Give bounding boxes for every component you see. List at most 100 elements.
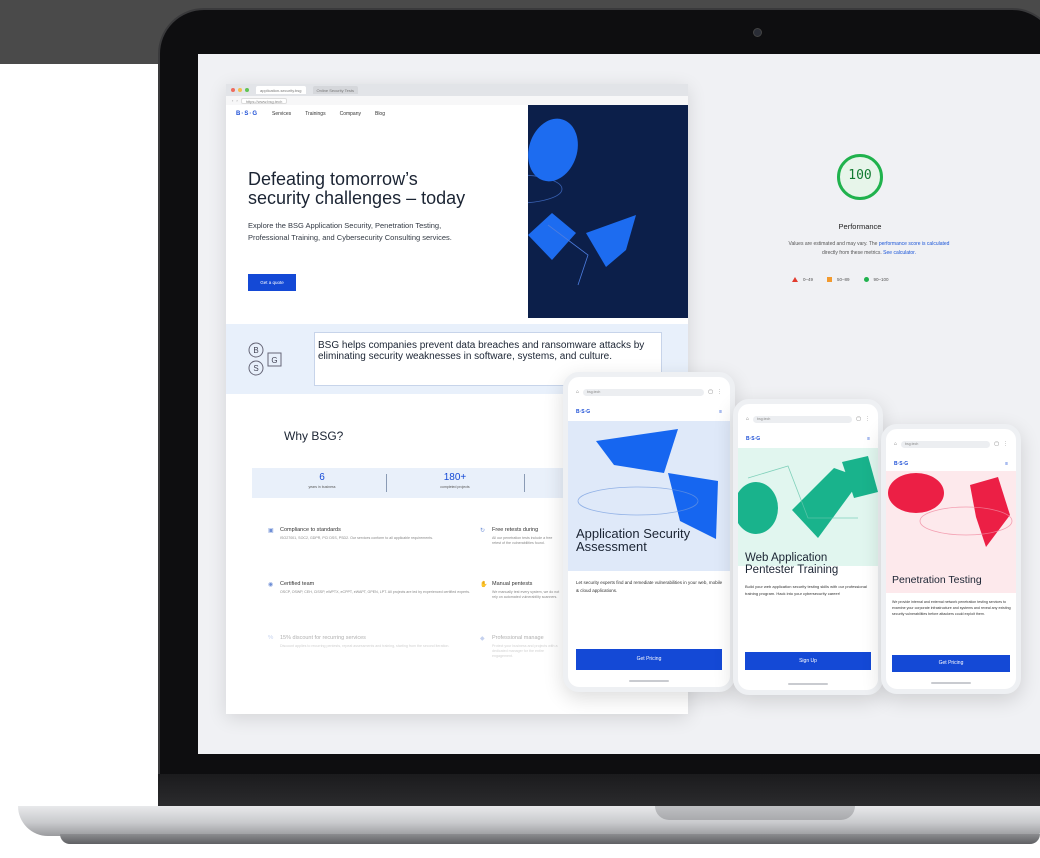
laptop-opening-notch [655, 806, 855, 820]
legend-label: 50–89 [837, 277, 850, 282]
get-pricing-button[interactable]: Get Pricing [576, 649, 722, 670]
browser-tab[interactable]: Online Security Tests [312, 86, 359, 94]
stats-bar: 6 years in business 180+ completed proje… [252, 468, 582, 498]
home-icon[interactable]: ⌂ [746, 416, 749, 422]
sign-up-button[interactable]: Sign Up [745, 652, 871, 670]
square-icon [827, 277, 833, 282]
hand-icon: ✋ [480, 582, 488, 588]
maximize-dot-icon[interactable] [245, 88, 249, 92]
phone-title: Penetration Testing [892, 575, 1016, 586]
performance-score: 100 [848, 168, 872, 183]
bsg-emblem-icon: B S G [248, 342, 282, 376]
tabs-icon[interactable]: ▢ [856, 416, 861, 422]
performance-label: Performance [838, 222, 882, 231]
home-indicator [629, 680, 669, 682]
phone-description: We provide internal and external network… [892, 600, 1011, 616]
menu-icon[interactable]: ≡ [1005, 461, 1008, 467]
site-navigation: B·S·G Services Trainings Company Blog [226, 105, 528, 123]
menu-icon[interactable]: ≡ [719, 409, 722, 415]
note-text: directly from these metrics. [822, 250, 884, 256]
phone-description: Build your web application security test… [745, 584, 867, 596]
shield-icon: ▣ [268, 528, 274, 534]
see-calculator-link[interactable]: See calculator. [883, 250, 916, 256]
phone-mockup-application-security: ⌂ bsg.tech ▢ ⋮ B·S·G ≡ Application Secur… [563, 372, 735, 692]
feature-description: All our penetration tests include a free… [492, 536, 553, 545]
phone-logo[interactable]: B·S·G [746, 436, 760, 442]
performance-report: 100 Performance Values are estimated and… [738, 154, 1018, 294]
legend-label: 90–100 [873, 277, 889, 282]
nav-link-company[interactable]: Company [340, 111, 361, 117]
feature-description: Discount applies to recurring pentests, … [280, 644, 450, 648]
phone-mockup-web-app-training: ⌂ bsg.tech ▢ ⋮ B·S·G ≡ Web Application P… [733, 399, 883, 695]
tabs-icon[interactable]: ▢ [994, 441, 999, 447]
more-icon[interactable]: ⋮ [1003, 441, 1008, 447]
menu-icon[interactable]: ≡ [867, 436, 870, 442]
url-field[interactable]: https://www.bsg.tech [240, 97, 288, 104]
hero-title-line: Defeating tomorrow’s [248, 169, 418, 189]
home-indicator [788, 683, 828, 685]
stat-projects: 180+ completed projects [420, 472, 490, 489]
home-indicator [931, 682, 971, 684]
phone-title: Application Security Assessment [576, 527, 730, 553]
phone-url-field[interactable]: bsg.tech [583, 388, 705, 396]
close-dot-icon[interactable] [231, 88, 235, 92]
address-bar: ‹ › https://www.bsg.tech [226, 96, 688, 105]
hero-description: Explore the BSG Application Security, Pe… [248, 221, 452, 242]
more-icon[interactable]: ⋮ [717, 389, 722, 395]
laptop-base [18, 806, 1040, 836]
phone-title: Web Application Pentester Training [745, 552, 878, 576]
more-icon[interactable]: ⋮ [865, 416, 870, 422]
phone-logo[interactable]: B·S·G [894, 461, 908, 467]
phone-url-field[interactable]: bsg.tech [753, 415, 853, 423]
feature-title: Professional manage [492, 635, 544, 641]
phone-browser-bar: ⌂ bsg.tech ▢ ⋮ [746, 414, 870, 424]
camera-icon [753, 28, 762, 37]
feature-title: Manual pentests [492, 581, 533, 587]
stat-years: 6 years in business [292, 472, 352, 489]
feature-description: Protect your business and projects with … [492, 644, 558, 658]
briefcase-icon: ◆ [480, 636, 485, 642]
phone-title-line: Web Application [745, 552, 828, 564]
stat-divider [524, 474, 525, 492]
score-legend: 0–49 50–89 90–100 [792, 277, 889, 282]
stat-value: 6 [319, 472, 325, 483]
stat-label: years in business [308, 485, 336, 489]
bsg-logo[interactable]: B·S·G [236, 111, 258, 117]
home-icon[interactable]: ⌂ [576, 389, 579, 395]
legend-label: 0–49 [803, 277, 814, 282]
phone-title-line: Pentester Training [745, 564, 839, 576]
phone-browser-bar: ⌂ bsg.tech ▢ ⋮ [894, 439, 1008, 449]
phone-hero-graphic [738, 456, 878, 538]
nav-link-services[interactable]: Services [272, 111, 291, 117]
score-calculation-link[interactable]: performance score is calculated [879, 241, 950, 247]
laptop-base-edge [60, 834, 1040, 844]
feature-item: ✋ Manual pentests We manually test every… [480, 581, 562, 600]
why-bsg-heading: Why BSG? [284, 429, 344, 443]
stat-label: completed projects [440, 485, 470, 489]
nav-link-trainings[interactable]: Trainings [305, 111, 325, 117]
home-icon[interactable]: ⌂ [894, 441, 897, 447]
certificate-icon: ◉ [268, 582, 274, 588]
phone-description: Let security experts find and remediate … [576, 580, 723, 593]
nav-link-blog[interactable]: Blog [375, 111, 385, 117]
feature-description: ISO27001, SOC2, GDPR, PCI DSS, PSD2. Our… [280, 536, 433, 540]
performance-note: Values are estimated and may vary. The p… [738, 240, 1000, 258]
back-arrow-icon[interactable]: ‹ [232, 98, 233, 103]
feature-item: ◉ Certified team OSCP, OSWP, CEH, CISSP,… [268, 581, 470, 595]
phone-browser-bar: ⌂ bsg.tech ▢ ⋮ [576, 387, 722, 397]
phone-logo[interactable]: B·S·G [576, 409, 590, 415]
hero-illustration [528, 105, 688, 318]
hero-title: Defeating tomorrow’s security challenges… [248, 170, 498, 208]
tabs-icon[interactable]: ▢ [708, 389, 713, 395]
minimize-dot-icon[interactable] [238, 88, 242, 92]
phone-mockup-penetration-testing: ⌂ bsg.tech ▢ ⋮ B·S·G ≡ Penetration Testi… [881, 424, 1021, 694]
feature-title: Free retests during [492, 527, 539, 533]
forward-arrow-icon[interactable]: › [236, 98, 237, 103]
browser-tab[interactable]: application-security.bsg [256, 86, 306, 94]
get-pricing-button[interactable]: Get Pricing [892, 655, 1010, 672]
get-quote-button[interactable]: Get a quote [248, 274, 296, 291]
feature-description: We manually test every system, we do not… [492, 590, 560, 599]
feature-item: ↻ Free retests during All our penetratio… [480, 527, 562, 546]
feature-item: ▣ Compliance to standards ISO27001, SOC2… [268, 527, 470, 541]
phone-url-field[interactable]: bsg.tech [901, 440, 991, 448]
